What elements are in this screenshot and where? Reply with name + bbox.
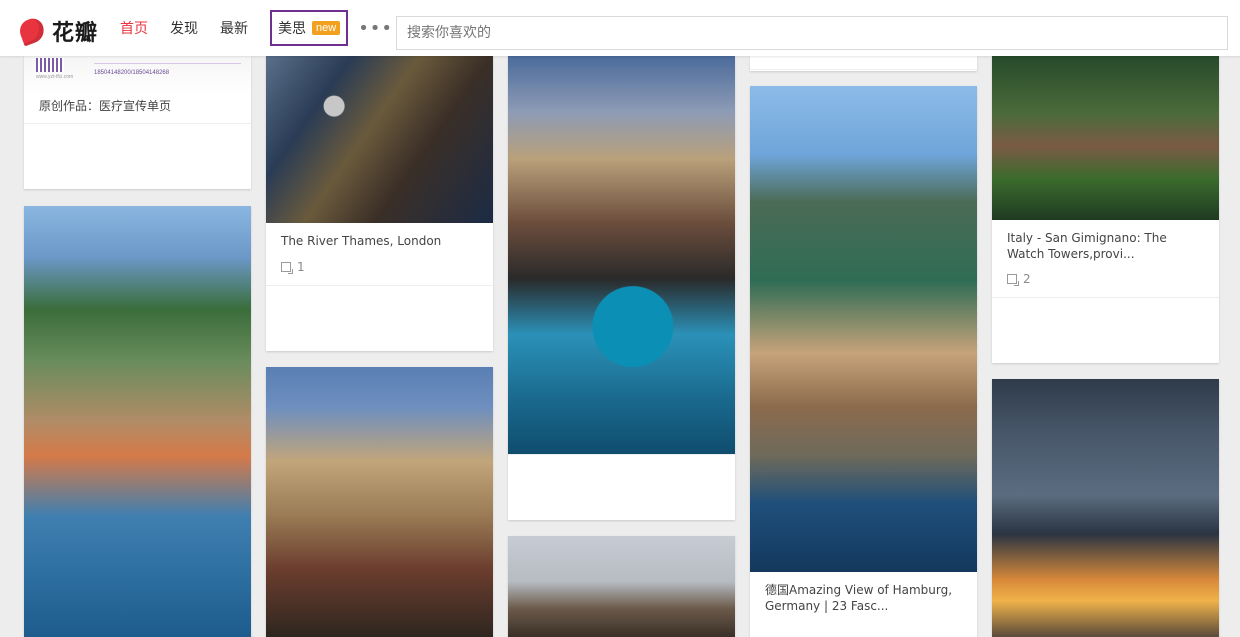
brand-logo-icon [16,15,48,47]
pin-card[interactable] [266,367,493,637]
brand-logo[interactable]: 花瓣 [16,13,99,49]
nav-item-discover[interactable]: 发现 [170,18,198,38]
qr-code-icon [36,58,64,72]
pin-card[interactable] [508,56,735,520]
card-divider [266,285,493,286]
thumb-phone-text: 18504148200/18504148268 [94,70,170,76]
pin-card[interactable] [24,206,251,637]
pin-caption: 德国Amazing View of Hamburg, Germany | 23 … [765,583,953,613]
pin-thumbnail[interactable] [508,56,735,454]
card-divider [750,69,977,70]
pin-thumbnail[interactable] [508,536,735,637]
card-divider [508,454,735,455]
repin-count: 2 [1023,272,1031,286]
search-box[interactable] [396,16,1228,50]
pin-card[interactable] [992,379,1219,637]
thumb-site-text: www.yzt-tfci.com [36,74,74,80]
pin-thumbnail[interactable] [266,56,493,223]
pin-card[interactable] [508,536,735,637]
pin-thumbnail[interactable] [992,56,1219,220]
pin-caption: Italy - San Gimignano: The Watch Towers,… [1007,231,1167,261]
nav-item-meisi[interactable]: 美思 new [270,10,349,46]
pin-card[interactable]: The River Thames, London 1 [266,56,493,351]
nav-item-meisi-label: 美思 [278,21,306,37]
nav-item-latest[interactable]: 最新 [220,18,248,38]
pin-thumbnail[interactable] [266,367,493,637]
card-divider [992,297,1219,298]
more-menu-icon[interactable]: ••• [358,18,393,39]
pin-meta: 2 [1007,272,1031,286]
pin-card[interactable]: Italy - San Gimignano: The Watch Towers,… [992,56,1219,363]
pin-meta: 1 [281,260,305,274]
pin-caption: 原创作品：医疗宣传单页 [39,99,172,113]
new-badge: new [312,21,341,35]
repin-icon [1007,274,1019,286]
main-nav: 首页 发现 最新 美思 new ••• [120,0,393,56]
pin-card[interactable] [750,56,977,71]
nav-item-home[interactable]: 首页 [120,18,148,38]
pin-thumbnail[interactable] [24,206,251,637]
pin-thumbnail[interactable] [992,379,1219,637]
repin-count: 1 [297,260,305,274]
top-navigation-bar: 花瓣 首页 发现 最新 美思 new ••• [0,0,1240,56]
pin-card[interactable]: 德国Amazing View of Hamburg, Germany | 23 … [750,86,977,637]
search-input[interactable] [397,17,1227,49]
pin-thumbnail[interactable]: 18504148200/18504148268 www.yzt-tfci.com [24,56,251,94]
pin-card[interactable]: 18504148200/18504148268 www.yzt-tfci.com… [24,56,251,189]
repin-icon [281,262,293,274]
pin-thumbnail[interactable] [750,86,977,572]
brand-name: 花瓣 [52,21,99,46]
thumb-line [94,63,241,64]
pin-caption: The River Thames, London [281,234,442,248]
card-divider [24,123,251,124]
